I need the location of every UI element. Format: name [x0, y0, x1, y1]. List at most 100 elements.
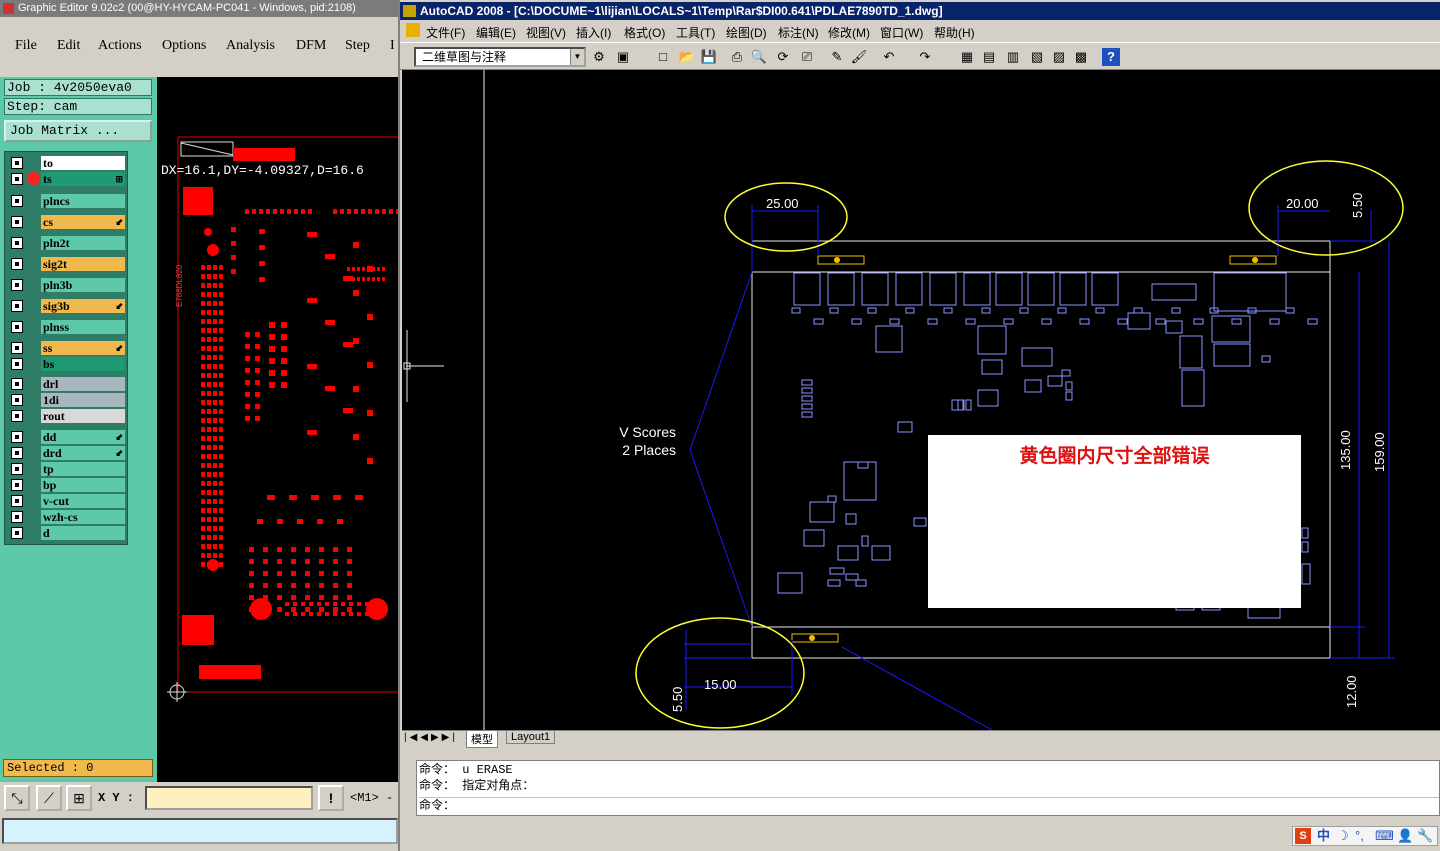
layer-name[interactable]: 1di — [41, 393, 125, 407]
layer-row-pln3b[interactable]: pln3b — [7, 278, 127, 292]
workspace-settings-icon[interactable]: ⚙ — [590, 48, 608, 66]
redo-icon[interactable]: ↷ — [916, 48, 934, 66]
keyboard-icon[interactable]: ⌨ — [1375, 827, 1394, 845]
layer-row-cs[interactable]: cs ⬋ — [7, 215, 127, 229]
menu-step[interactable]: Step — [345, 38, 370, 54]
help-icon[interactable]: ? — [1102, 48, 1120, 66]
layer-row-to[interactable]: to — [7, 156, 127, 170]
layer-name[interactable]: v-cut — [41, 494, 125, 508]
command-prompt[interactable]: 命令： — [419, 797, 1439, 814]
layer-checkbox[interactable] — [11, 447, 23, 459]
layer-name[interactable]: cs ⬋ — [41, 215, 125, 229]
grid-icon[interactable]: ⊞ — [66, 785, 92, 811]
preview-icon[interactable]: 🔍 — [750, 48, 768, 66]
layer-checkbox[interactable] — [11, 394, 23, 406]
layer-row-ts[interactable]: ts ⊞ — [7, 172, 127, 186]
layer-name[interactable]: pln3b — [41, 278, 125, 292]
document-icon[interactable] — [406, 23, 420, 37]
layer-checkbox[interactable] — [11, 216, 23, 228]
layer-name[interactable]: ts ⊞ — [41, 172, 125, 186]
tab-layout1[interactable]: Layout1 — [506, 731, 556, 744]
layer-checkbox[interactable] — [11, 378, 23, 390]
layer-checkbox[interactable] — [11, 157, 23, 169]
layer-name[interactable]: ss ⬋ — [41, 341, 125, 355]
layer-row-wzh-cs[interactable]: wzh-cs — [7, 510, 127, 524]
layer-name[interactable]: sig2t — [41, 257, 125, 271]
zoom-fit-icon[interactable]: ⤡ — [4, 785, 30, 811]
punct-icon[interactable]: °, — [1355, 827, 1364, 845]
calculator-icon[interactable]: ▩ — [1072, 48, 1090, 66]
layer-checkbox[interactable] — [11, 173, 23, 185]
layer-row-1di[interactable]: 1di — [7, 393, 127, 407]
layer-name[interactable]: bp — [41, 478, 125, 492]
menu-help[interactable]: 帮助(H) — [934, 24, 975, 41]
layer-checkbox[interactable] — [11, 479, 23, 491]
menu-more[interactable]: I — [390, 38, 395, 54]
menu-window[interactable]: 窗口(W) — [880, 24, 923, 41]
match-props-icon[interactable]: 🖌 — [850, 48, 868, 66]
undo-icon[interactable]: ↶ — [880, 48, 898, 66]
xy-input[interactable] — [145, 786, 313, 810]
markup-icon[interactable]: ▨ — [1050, 48, 1068, 66]
menu-dfm[interactable]: DFM — [296, 38, 326, 54]
layer-name[interactable]: drl — [41, 377, 125, 391]
layer-name[interactable]: rout — [41, 409, 125, 423]
layer-props-icon[interactable]: ▦ — [958, 48, 976, 66]
layer-row-dd[interactable]: dd ⬋ — [7, 430, 127, 444]
layer-name[interactable]: plnss — [41, 320, 125, 334]
layer-checkbox[interactable] — [11, 258, 23, 270]
user-icon[interactable]: 👤 — [1397, 827, 1413, 845]
layer-row-plnss[interactable]: plnss — [7, 320, 127, 334]
alert-icon[interactable]: ! — [318, 785, 344, 811]
wrench-icon[interactable]: 🔧 — [1417, 827, 1433, 845]
tab-nav-arrows[interactable]: |◀◀▶▶| — [404, 732, 458, 743]
layer-checkbox[interactable] — [11, 495, 23, 507]
moon-icon[interactable]: ☽ — [1337, 827, 1349, 845]
layer-name[interactable]: drd ⬋ — [41, 446, 125, 460]
layer-name[interactable]: to — [41, 156, 125, 170]
layer-row-ss[interactable]: ss ⬋ — [7, 341, 127, 355]
layer-row-sig3b[interactable]: sig3b ⬋ — [7, 299, 127, 313]
menu-dimension[interactable]: 标注(N) — [778, 24, 819, 41]
open-icon[interactable]: 📂 — [678, 48, 696, 66]
layer-name[interactable]: pln2t — [41, 236, 125, 250]
layer-name[interactable]: dd ⬋ — [41, 430, 125, 444]
layer-row-bs[interactable]: bs — [7, 357, 127, 371]
layer-checkbox[interactable] — [11, 463, 23, 475]
layer-checkbox[interactable] — [11, 410, 23, 422]
drawing-area[interactable]: 25.00 20.00 5.50 135.00 159.00 15.00 5.5… — [402, 70, 1440, 730]
layer-name[interactable]: tp — [41, 462, 125, 476]
menu-file[interactable]: File — [15, 38, 37, 54]
layer-checkbox[interactable] — [11, 300, 23, 312]
sogou-icon[interactable]: S — [1295, 828, 1311, 844]
layer-row-rout[interactable]: rout — [7, 409, 127, 423]
layer-row-pln2t[interactable]: pln2t — [7, 236, 127, 250]
job-matrix-button[interactable]: Job Matrix ... — [4, 120, 152, 142]
layer-row-d[interactable]: d — [7, 526, 127, 540]
layer-checkbox[interactable] — [11, 195, 23, 207]
workspace-select[interactable]: 二维草图与注释 ▼ — [414, 47, 586, 67]
autocad-titlebar[interactable]: AutoCAD 2008 - [C:\DOCUME~1\lijian\LOCAL… — [400, 2, 1440, 20]
plot-icon[interactable]: ⎚ — [798, 48, 816, 66]
menu-modify[interactable]: 修改(M) — [828, 24, 870, 41]
layer-row-tp[interactable]: tp — [7, 462, 127, 476]
ime-toolbar[interactable]: S 中 ☽ °, ⌨ 👤 🔧 — [1292, 826, 1438, 846]
layer-name[interactable]: bs — [41, 357, 125, 371]
new-icon[interactable]: □ — [654, 48, 672, 66]
menu-insert[interactable]: 插入(I) — [576, 24, 611, 41]
command-window[interactable]: 命令： u ERASE 命令： 指定对角点： 命令： — [416, 760, 1440, 816]
measure-icon[interactable]: ⟋ — [36, 785, 62, 811]
publish-icon[interactable]: ⟳ — [774, 48, 792, 66]
layer-name[interactable]: plncs — [41, 194, 125, 208]
menu-edit[interactable]: 编辑(E) — [476, 24, 516, 41]
layer-row-sig2t[interactable]: sig2t — [7, 257, 127, 271]
workspace-icon[interactable]: ▣ — [614, 48, 632, 66]
tool-palette-icon[interactable]: ▥ — [1004, 48, 1022, 66]
menu-analysis[interactable]: Analysis — [226, 38, 275, 54]
layer-name[interactable]: sig3b ⬋ — [41, 299, 125, 313]
layer-checkbox[interactable] — [11, 237, 23, 249]
menu-tools[interactable]: 工具(T) — [676, 24, 715, 41]
menu-options[interactable]: Options — [162, 38, 206, 54]
menu-file[interactable]: 文件(F) — [426, 24, 465, 41]
chevron-down-icon[interactable]: ▼ — [570, 49, 584, 65]
